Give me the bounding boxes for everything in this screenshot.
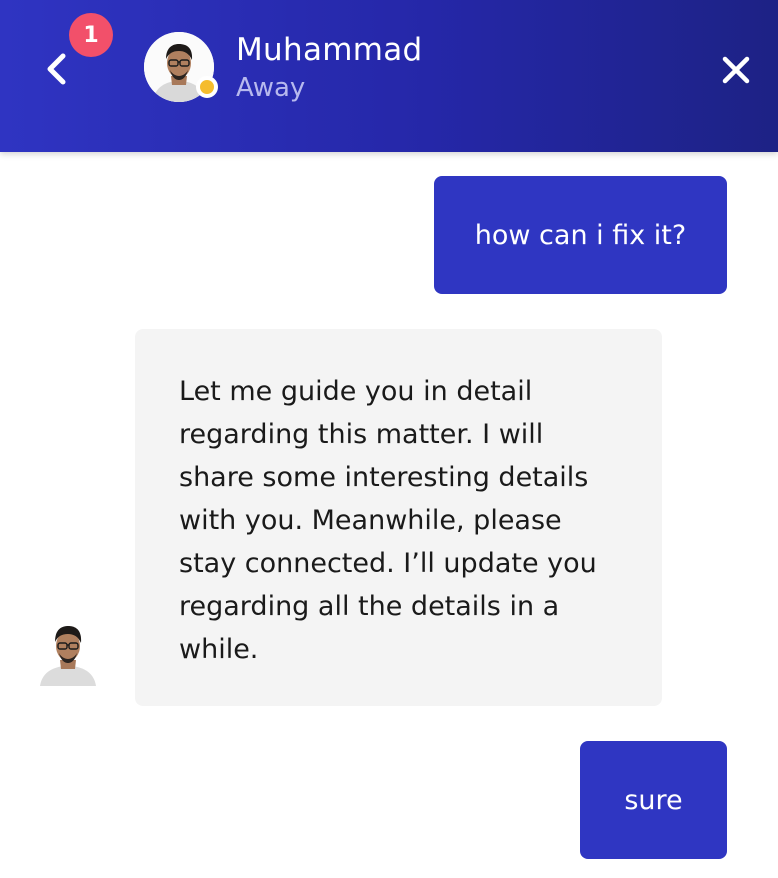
outgoing-message-bubble[interactable]: how can i fix it?	[434, 176, 727, 294]
outgoing-message-bubble[interactable]: sure	[580, 741, 727, 859]
close-button[interactable]	[712, 46, 760, 94]
incoming-message-bubble[interactable]: Let me guide you in detail regarding thi…	[135, 329, 662, 706]
contact-name: Muhammad	[236, 32, 423, 68]
sender-avatar	[38, 616, 98, 686]
chat-header: 1 Muhammad Away	[0, 0, 778, 152]
unread-badge: 1	[69, 13, 113, 57]
person-avatar-image	[40, 626, 96, 686]
away-status-dot	[196, 76, 218, 98]
contact-avatar[interactable]	[144, 32, 218, 102]
back-button[interactable]	[34, 46, 80, 92]
close-icon	[722, 56, 750, 84]
chevron-left-icon	[47, 53, 66, 85]
contact-status: Away	[236, 73, 306, 103]
